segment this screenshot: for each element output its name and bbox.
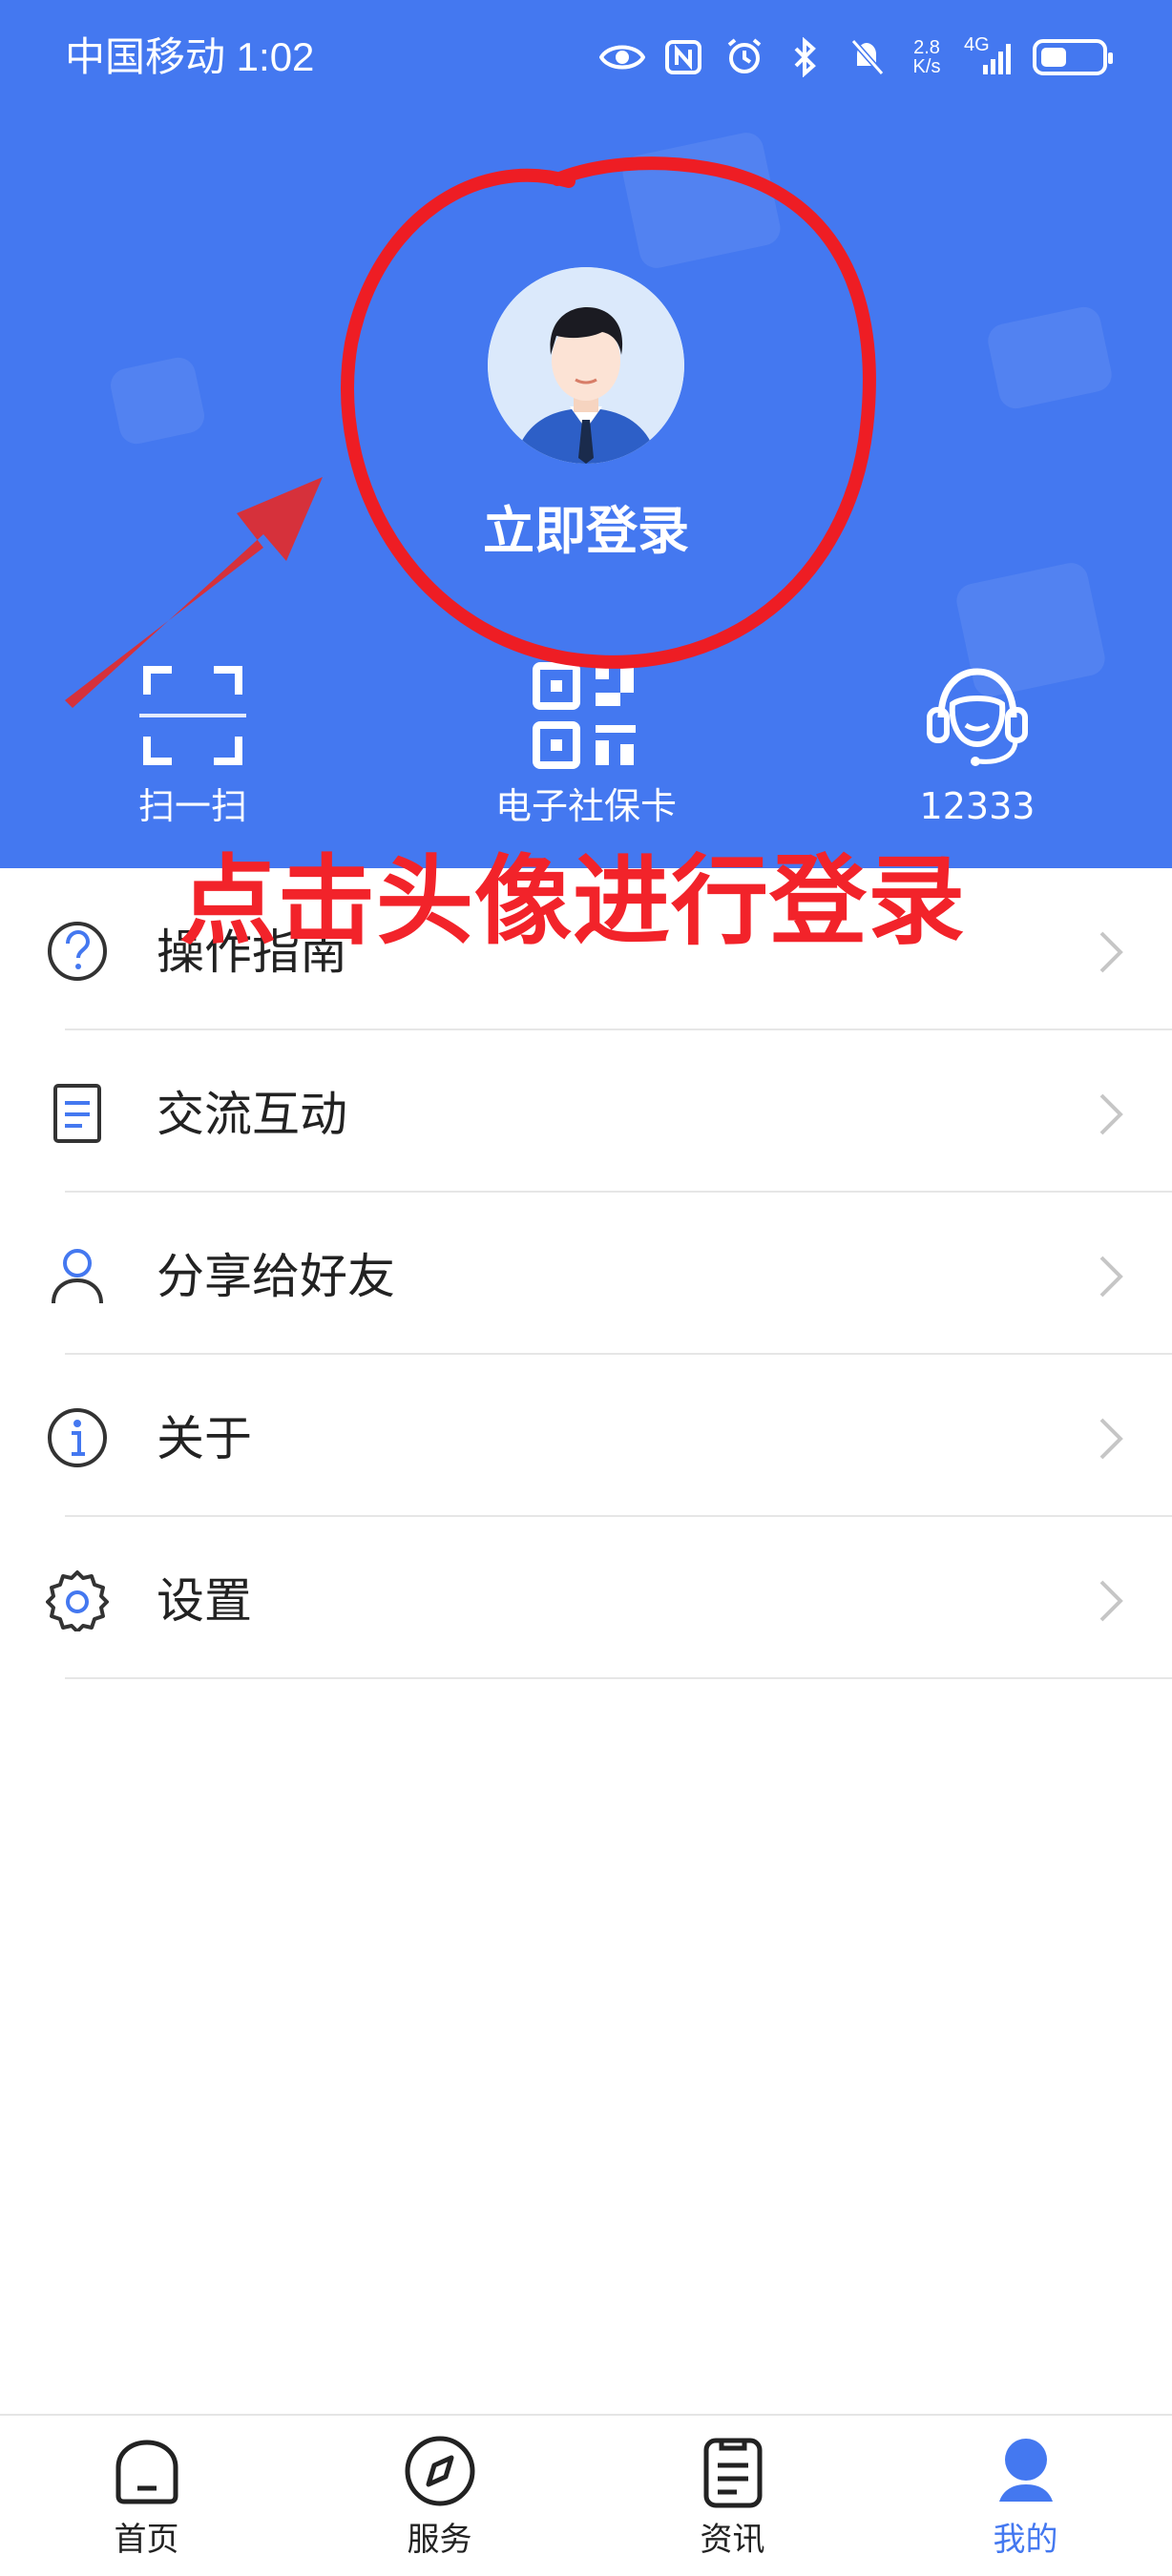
menu-item-settings[interactable]: 设置 — [0, 1517, 1172, 1679]
profile-icon — [999, 2439, 1053, 2502]
user-icon — [52, 1249, 103, 1304]
menu-item-share[interactable]: 分享给好友 — [0, 1193, 1172, 1355]
battery-level — [1041, 48, 1066, 67]
scan-icon — [139, 666, 246, 765]
menu-divider — [65, 1677, 1172, 1679]
bottom-navigation: 首页 服务 资讯 我的 — [0, 2414, 1172, 2576]
chevron-right-icon — [1099, 931, 1123, 973]
help-icon — [48, 922, 107, 981]
nav-label-news: 资讯 — [700, 2521, 765, 2559]
news-icon — [703, 2438, 763, 2508]
alarm-icon — [722, 38, 767, 76]
nav-item-news[interactable]: 资讯 — [586, 2416, 879, 2576]
nav-item-home[interactable]: 首页 — [0, 2416, 293, 2576]
avatar-illustration — [488, 267, 684, 464]
menu-item-about[interactable]: 关于 — [0, 1355, 1172, 1517]
chevron-right-icon — [1099, 1418, 1123, 1460]
chevron-right-icon — [1099, 1256, 1123, 1298]
signal-icon: 4G — [964, 34, 1017, 76]
home-icon — [115, 2440, 178, 2504]
bluetooth-icon — [783, 37, 828, 77]
carrier-time: 中国移动 1:02 — [65, 34, 315, 79]
menu-label-communication: 交流互动 — [157, 1087, 347, 1142]
customer-service-icon — [927, 668, 1028, 766]
nav-item-service[interactable]: 服务 — [293, 2416, 586, 2576]
status-bar: 中国移动 1:02 2.8 K/s 4G — [0, 0, 1172, 105]
profile-header: 中国移动 1:02 2.8 K/s 4G 立即登录 扫一扫 电子社保卡 1233… — [0, 0, 1172, 868]
menu-label-settings: 设置 — [157, 1573, 252, 1629]
qr-code-icon — [533, 662, 636, 769]
nfc-icon — [660, 38, 706, 76]
scan-button[interactable]: 扫一扫 — [50, 649, 336, 840]
scan-label: 扫一扫 — [137, 785, 247, 827]
header-decoration — [984, 303, 1116, 412]
menu-item-communication[interactable]: 交流互动 — [0, 1030, 1172, 1193]
nav-item-profile[interactable]: 我的 — [879, 2416, 1172, 2576]
nav-label-home: 首页 — [114, 2521, 179, 2559]
chevron-right-icon — [1099, 1580, 1123, 1622]
hotline-label: 12333 — [919, 785, 1036, 827]
quick-actions: 扫一扫 电子社保卡 12333 — [0, 649, 1172, 840]
network-speed: 2.8 K/s — [912, 37, 941, 77]
social-security-card-label: 电子社保卡 — [494, 785, 677, 827]
gear-icon — [46, 1570, 109, 1631]
network-type: 4G — [964, 34, 990, 55]
header-decoration — [107, 354, 208, 447]
status-icons: 2.8 K/s 4G — [599, 27, 1113, 88]
chevron-right-icon — [1099, 1093, 1123, 1135]
battery-cap — [1108, 52, 1113, 64]
social-security-card-button[interactable]: 电子社保卡 — [443, 649, 729, 840]
document-icon — [53, 1084, 101, 1143]
battery-icon — [1033, 39, 1113, 75]
login-block[interactable]: 立即登录 — [395, 248, 777, 572]
info-icon — [48, 1408, 107, 1467]
profile-page: 中国移动 1:02 2.8 K/s 4G 立即登录 扫一扫 电子社保卡 1233… — [0, 0, 1172, 2576]
mute-bell-icon — [844, 38, 889, 76]
nav-label-service: 服务 — [407, 2521, 472, 2559]
menu-label-about: 关于 — [157, 1411, 252, 1466]
hotline-button[interactable]: 12333 — [834, 649, 1120, 840]
compass-icon — [405, 2436, 475, 2506]
avatar[interactable] — [488, 267, 684, 464]
eye-icon — [599, 38, 645, 76]
menu-label-share: 分享给好友 — [157, 1249, 395, 1304]
annotation-text: 点击头像进行登录 — [179, 845, 966, 959]
login-label[interactable]: 立即登录 — [395, 498, 777, 565]
nav-label-profile: 我的 — [993, 2521, 1058, 2559]
